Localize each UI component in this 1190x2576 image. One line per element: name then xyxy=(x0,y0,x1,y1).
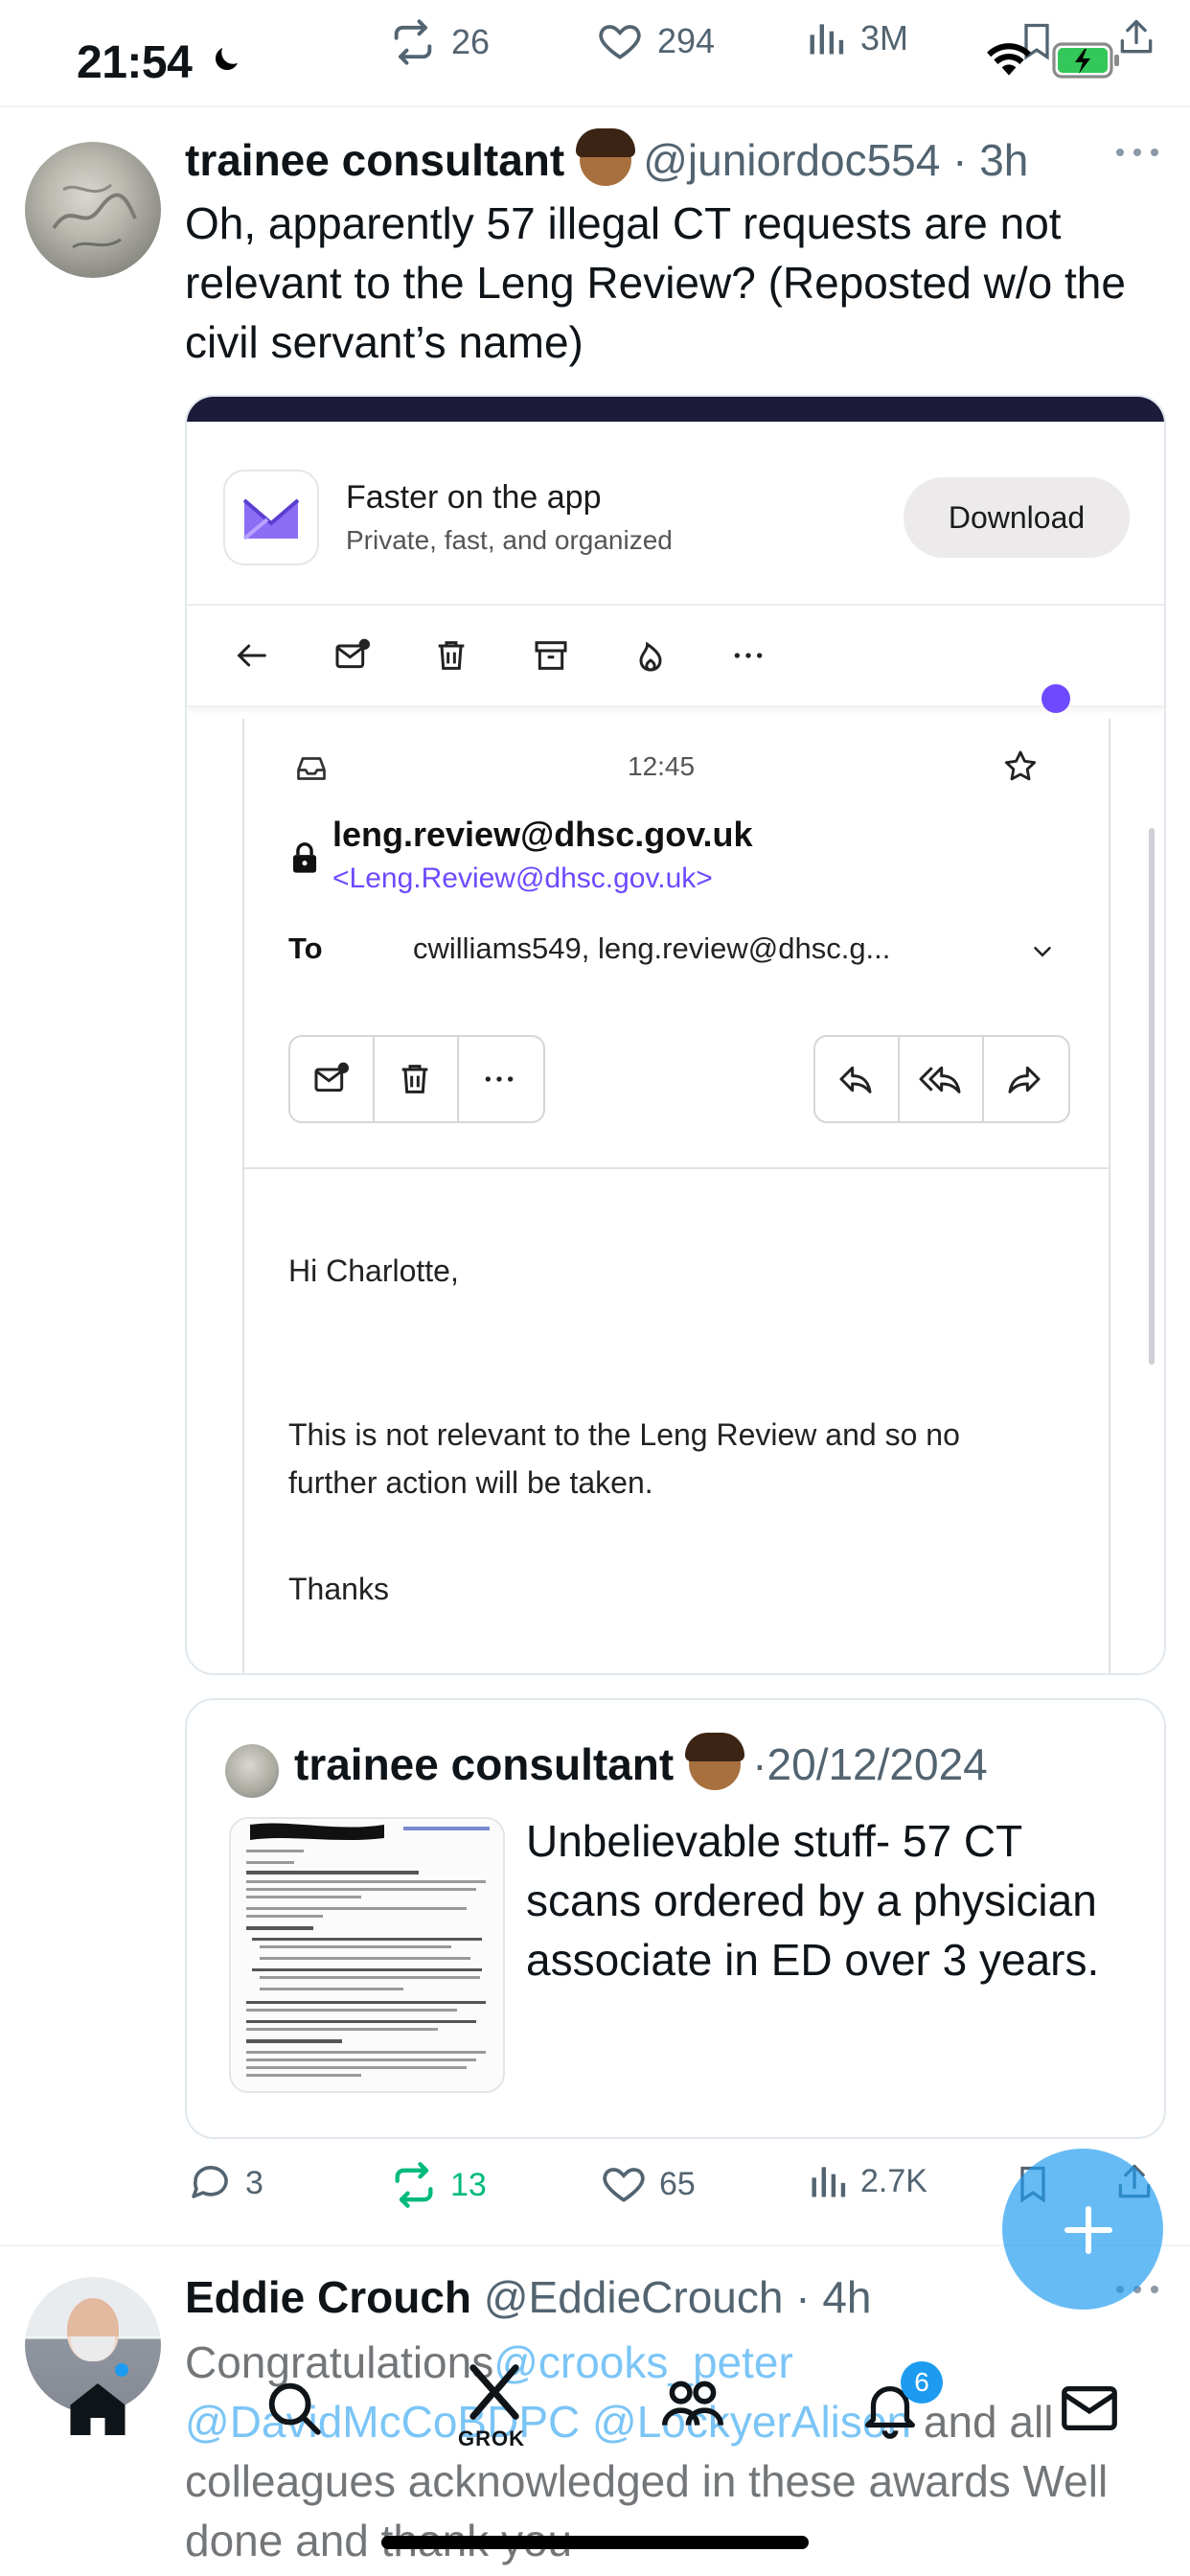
notifications-badge: 6 xyxy=(901,2361,943,2404)
unread-indicator xyxy=(1041,684,1070,713)
timestamp[interactable]: 4h xyxy=(822,2272,871,2322)
reply-icon xyxy=(188,2160,234,2206)
status-time: 21:54 xyxy=(77,37,193,88)
like-count: 65 xyxy=(659,2165,696,2202)
more-icon[interactable] xyxy=(1113,146,1161,159)
wifi-icon xyxy=(985,40,1033,79)
app-banner: Faster on the app Private, fast, and org… xyxy=(187,422,1164,606)
message-actions-left xyxy=(288,1035,545,1123)
reply-icon[interactable] xyxy=(836,1060,875,1098)
prev-retweet-count[interactable]: 26 xyxy=(388,17,490,67)
retweet-button[interactable]: 13 xyxy=(389,2160,487,2210)
retweet-count: 13 xyxy=(450,2166,487,2203)
more-options-icon[interactable] xyxy=(729,636,767,675)
quoted-tweet-text: Unbelievable stuff- 57 CT scans ordered … xyxy=(526,1816,1100,1985)
email-greeting: Hi Charlotte, xyxy=(288,1254,459,1288)
plus-icon xyxy=(1008,2150,1157,2311)
views-count: 2.7K xyxy=(860,2162,927,2199)
tweet-text: Oh, apparently 57 illegal CT requests ar… xyxy=(185,198,1126,367)
messages-mail-icon[interactable] xyxy=(1056,2375,1123,2442)
heart-icon xyxy=(600,2160,648,2208)
heart-icon xyxy=(596,17,644,65)
email-body: This is not relevant to the Leng Review … xyxy=(288,1417,960,1500)
archive-icon[interactable] xyxy=(532,636,570,675)
compose-tweet-button[interactable] xyxy=(1002,2149,1163,2310)
prev-views-label: 3M xyxy=(860,18,909,58)
forward-icon[interactable] xyxy=(1005,1060,1043,1098)
avatar xyxy=(225,1744,279,1798)
separator-dot: · xyxy=(795,2272,811,2322)
grok-label: GROK xyxy=(458,2426,525,2450)
sender-name: leng.review@dhsc.gov.uk xyxy=(332,815,753,854)
trash-icon[interactable] xyxy=(396,1060,434,1098)
tweet-header: trainee consultant @juniordoc554 · 3h xyxy=(185,128,1028,186)
communities-icon[interactable] xyxy=(657,2369,728,2440)
email-time: 12:45 xyxy=(628,751,696,781)
home-icon[interactable] xyxy=(63,2375,132,2444)
share-icon[interactable] xyxy=(1115,13,1157,61)
mail-toolbar xyxy=(187,606,1164,706)
reply-all-icon[interactable] xyxy=(919,1060,961,1098)
reply-count: 3 xyxy=(245,2164,263,2201)
display-name: trainee consultant xyxy=(294,1739,675,1789)
more-options-icon[interactable] xyxy=(480,1060,518,1098)
lock-icon xyxy=(288,840,321,876)
moon-icon xyxy=(209,42,243,77)
banner-title: Faster on the app xyxy=(346,479,602,516)
scrollbar[interactable] xyxy=(1149,828,1155,1365)
document-thumbnail[interactable] xyxy=(229,1817,505,2093)
grok-icon[interactable] xyxy=(458,2356,531,2428)
person-emoji-icon xyxy=(576,128,636,186)
email-signoff: Thanks xyxy=(288,1572,389,1606)
proton-mail-logo-icon xyxy=(223,470,319,565)
prev-like-count[interactable]: 294 xyxy=(596,17,715,65)
trash-icon[interactable] xyxy=(432,636,470,675)
quoted-tweet-header: trainee consultant · 20/12/2024 xyxy=(294,1733,988,1790)
prev-views-count[interactable]: 3M xyxy=(805,17,908,59)
banner-subtitle: Private, fast, and organized xyxy=(346,525,673,555)
inbox-icon xyxy=(294,751,329,786)
views-button[interactable]: 2.7K xyxy=(807,2160,927,2202)
quoted-tweet[interactable]: trainee consultant · 20/12/2024 Unbeliev… xyxy=(185,1698,1166,2139)
mark-unread-icon[interactable] xyxy=(311,1060,350,1098)
mark-unread-icon[interactable] xyxy=(332,636,371,675)
message-actions-right xyxy=(813,1035,1070,1123)
recipients: cwilliams549, leng.review@dhsc.g... xyxy=(413,932,891,965)
divider xyxy=(0,105,1190,107)
email-view: 12:45 leng.review@dhsc.gov.uk <Leng.Revi… xyxy=(242,719,1110,1673)
to-label: To xyxy=(288,932,323,965)
separator-dot: · xyxy=(940,135,980,185)
display-name[interactable]: Eddie Crouch xyxy=(185,2272,471,2322)
home-unread-dot xyxy=(115,2363,128,2377)
views-icon xyxy=(807,2160,849,2202)
battery-icon xyxy=(1052,42,1121,79)
like-button[interactable]: 65 xyxy=(600,2160,696,2208)
person-emoji-icon xyxy=(685,1733,745,1790)
prev-like-label: 294 xyxy=(657,21,716,60)
retweet-icon xyxy=(388,17,438,67)
home-indicator[interactable] xyxy=(381,2536,809,2549)
retweet-icon xyxy=(389,2160,439,2210)
tweet-header: Eddie Crouch @EddieCrouch · 4h xyxy=(185,2271,872,2323)
handle[interactable]: @juniordoc554 xyxy=(643,134,940,186)
avatar[interactable] xyxy=(25,142,161,278)
prev-retweet-label: 26 xyxy=(451,22,491,61)
back-arrow-icon[interactable] xyxy=(233,636,271,675)
star-icon[interactable] xyxy=(1001,748,1040,786)
separator-dot: · xyxy=(752,1739,767,1789)
reply-button[interactable]: 3 xyxy=(188,2160,263,2206)
search-icon[interactable] xyxy=(261,2375,328,2442)
download-button[interactable]: Download xyxy=(904,477,1130,558)
timestamp[interactable]: 3h xyxy=(979,134,1028,186)
chevron-down-icon[interactable] xyxy=(1028,937,1057,966)
media-top-bar xyxy=(187,397,1164,422)
handle[interactable]: @EddieCrouch xyxy=(484,2272,784,2322)
display-name[interactable]: trainee consultant xyxy=(185,134,564,186)
quoted-date: 20/12/2024 xyxy=(767,1739,988,1789)
flame-icon[interactable] xyxy=(631,636,670,675)
divider xyxy=(244,1167,1109,1169)
views-icon xyxy=(805,17,847,59)
tweet-media-image[interactable]: Faster on the app Private, fast, and org… xyxy=(185,395,1166,1675)
sender-email: <Leng.Review@dhsc.gov.uk> xyxy=(332,862,713,894)
